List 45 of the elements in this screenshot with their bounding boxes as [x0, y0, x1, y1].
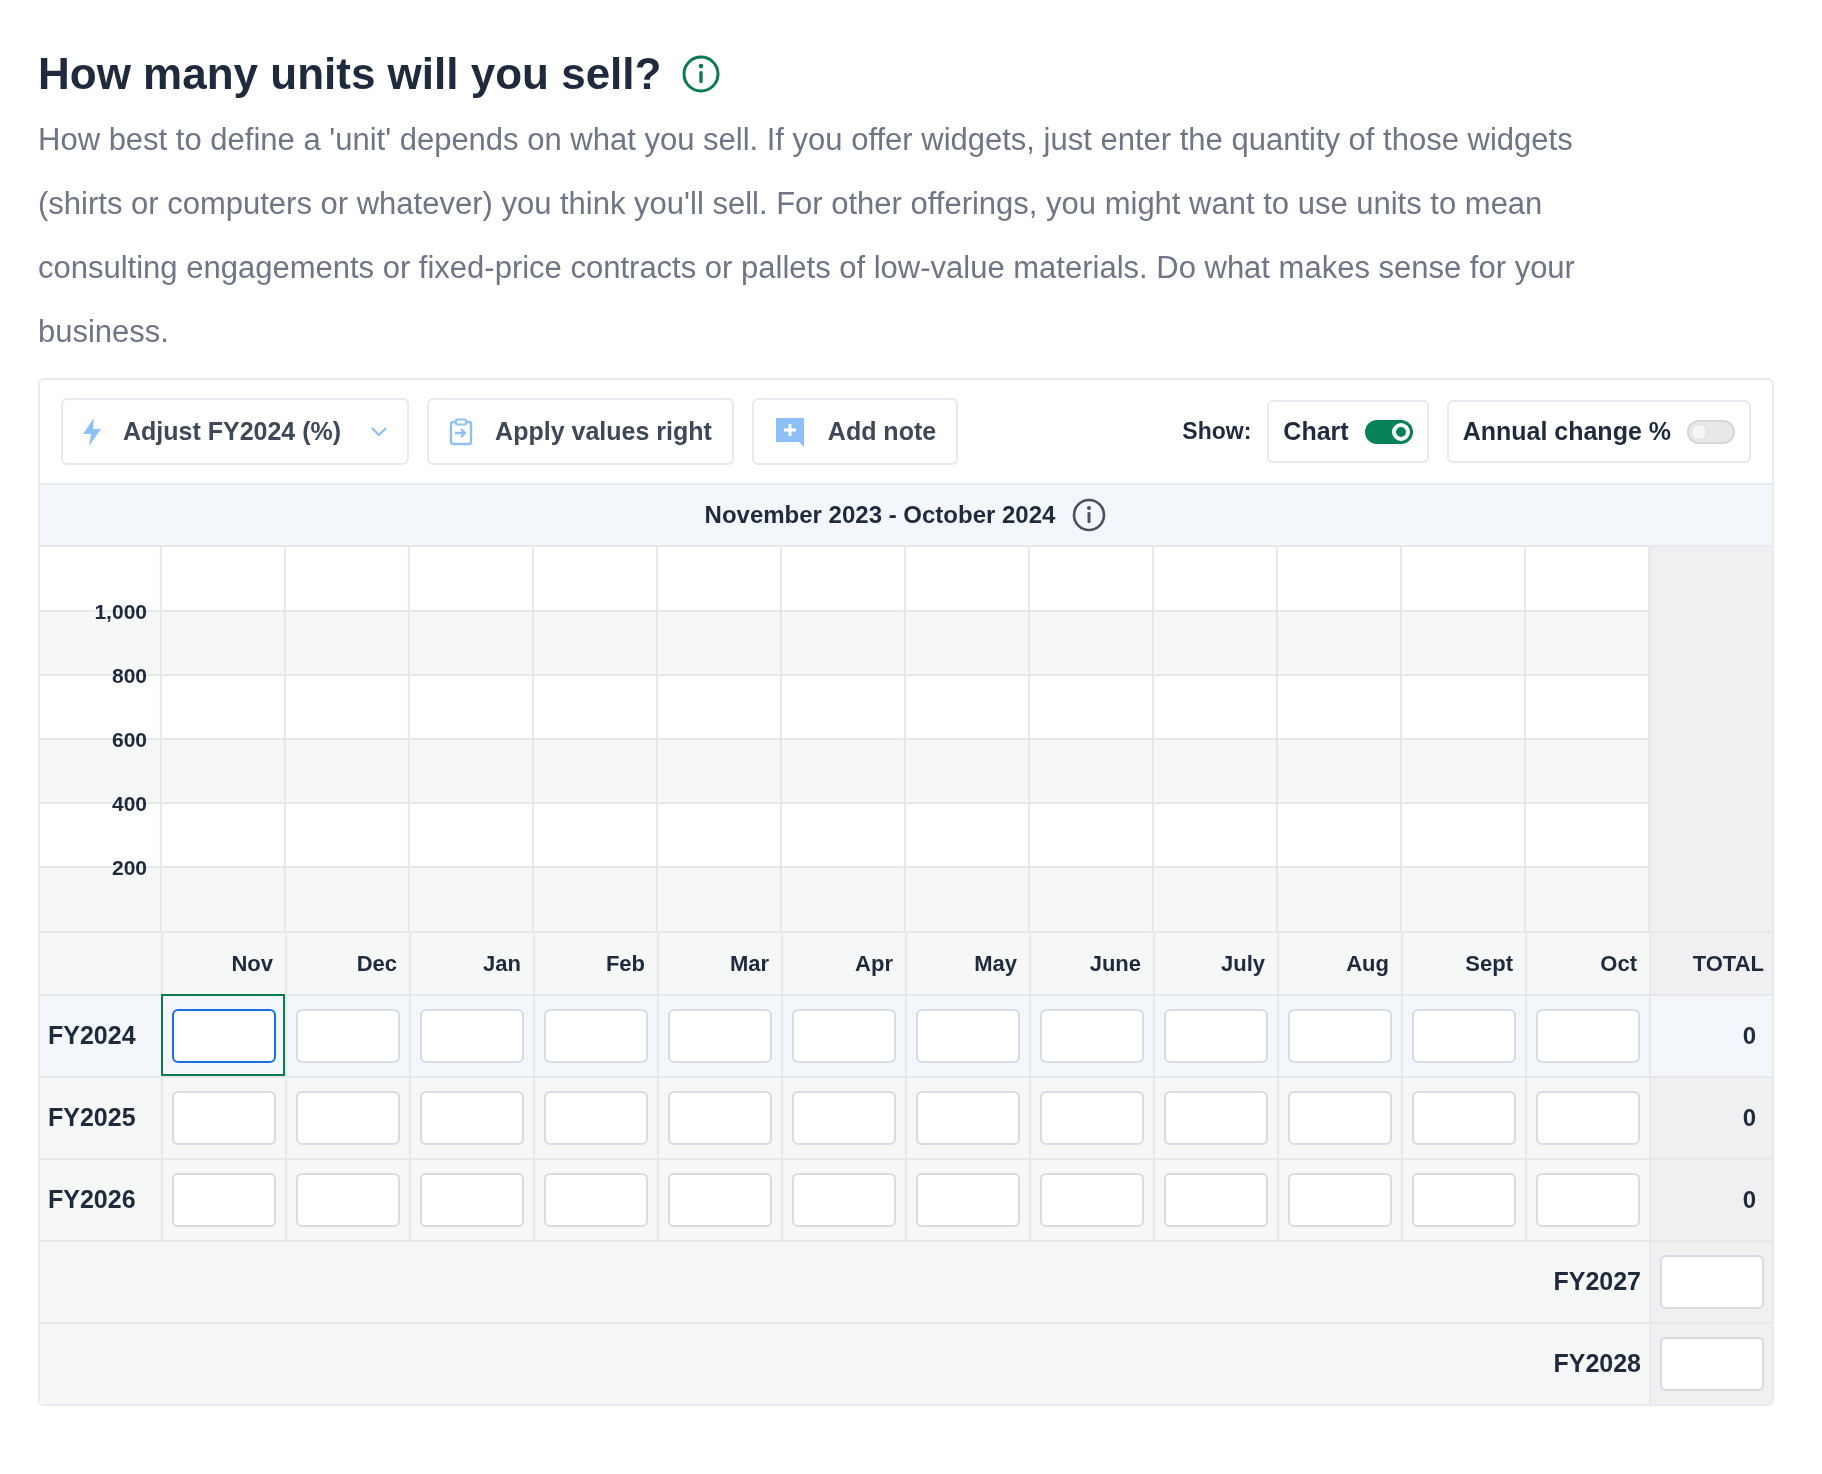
total-cell: 0: [1649, 994, 1772, 1076]
total-cell: 0: [1649, 1158, 1772, 1240]
row-header: FY2024: [40, 994, 161, 1076]
column-header: Feb: [533, 931, 657, 994]
chevron-down-icon: [371, 426, 388, 437]
column-header: Dec: [285, 931, 409, 994]
column-header: Jan: [409, 931, 533, 994]
adjust-dropdown[interactable]: Adjust FY2024 (%): [61, 398, 410, 465]
input-field[interactable]: [172, 1009, 276, 1063]
column-header: May: [905, 931, 1029, 994]
lightning-icon: [83, 417, 101, 446]
column-header: Mar: [657, 931, 781, 994]
info-icon[interactable]: [681, 54, 722, 94]
column-header: Nov: [161, 931, 285, 994]
toggle-switch[interactable]: [1687, 419, 1735, 444]
toggle-option[interactable]: Annual change %: [1446, 400, 1751, 463]
toggle-option[interactable]: Chart: [1267, 400, 1429, 463]
axis-tick-label: 400: [111, 792, 147, 814]
add-note-icon: [773, 415, 806, 448]
row-header: FY2026: [40, 1158, 161, 1240]
column-header: Aug: [1277, 931, 1401, 994]
row-header: FY2025: [40, 1076, 161, 1158]
axis-tick-label: 600: [111, 728, 147, 750]
add-note-button[interactable]: Add note: [751, 398, 959, 465]
column-header: Oct: [1525, 931, 1649, 994]
page-title: How many units will you sell?: [38, 48, 662, 100]
show-label: Show:: [1182, 417, 1252, 447]
column-header: June: [1029, 931, 1153, 994]
axis-tick-label: 1,000: [94, 600, 147, 622]
column-header: TOTAL: [1649, 931, 1772, 994]
row-header: FY2027: [40, 1240, 1649, 1322]
column-header: July: [1153, 931, 1277, 994]
axis-tick-label: 800: [111, 664, 147, 686]
total-cell: 0: [1649, 1076, 1772, 1158]
apply-button[interactable]: Apply values right: [427, 398, 734, 465]
period-heading: November 2023 - October 2024: [704, 500, 1056, 530]
axis-tick-label: 200: [111, 856, 147, 878]
column-header: Sept: [1401, 931, 1525, 994]
toggle-switch[interactable]: [1364, 419, 1413, 444]
toggle-label: Annual change %: [1462, 415, 1671, 447]
toggle-label: Chart: [1283, 415, 1349, 447]
description-paragraph: How best to define a 'unit' depends on what you sell. If you offer widgets, just enter the quantity of those widgets (shirts or computers or whatever) you think you'll sell. For other offerings, you might want to use units to mean consulting engagements or fixed-price contracts or pallets of low-value materials. Do what makes sense for your business.: [38, 121, 1576, 351]
column-header: Apr: [781, 931, 905, 994]
info-icon[interactable]: [1071, 497, 1108, 533]
row-header: FY2028: [40, 1322, 1649, 1404]
